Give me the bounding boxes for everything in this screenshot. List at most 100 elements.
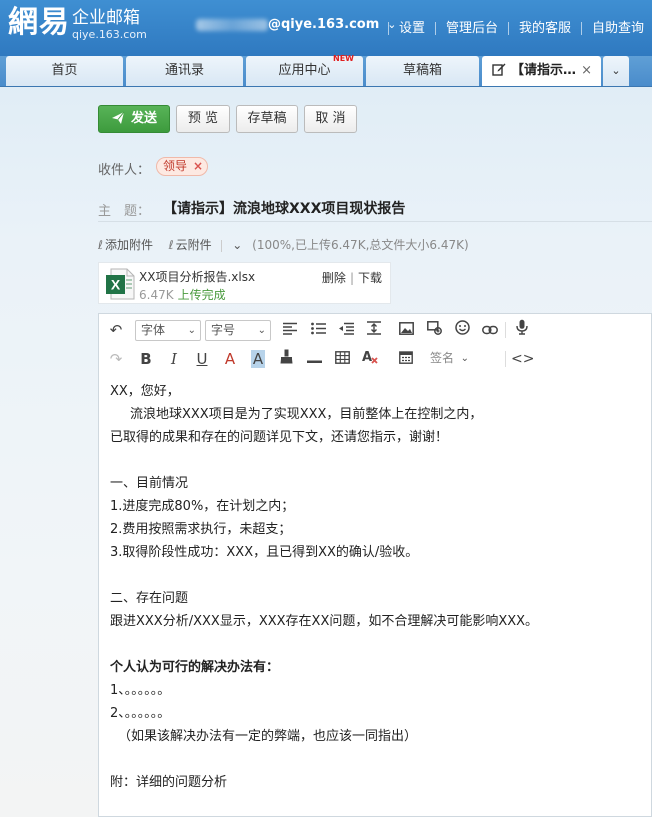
download-attachment-link[interactable]: 下载 (358, 271, 382, 285)
tab-compose-label: 【请指示… (511, 63, 577, 78)
body-line: XX，您好， (110, 384, 180, 399)
support-link[interactable]: 我的客服 (519, 21, 571, 36)
recipient-label: 收件人： (98, 163, 151, 178)
font-size-select[interactable]: 字号 ⌄ (205, 320, 271, 341)
toolbar-divider (505, 351, 506, 367)
body-line: （如果该解决办法有一定的弊端，也应该一同指出） (118, 729, 418, 744)
settings-link[interactable]: 设置 (399, 21, 425, 36)
body-line: 二、存在问题 (110, 591, 189, 606)
tab-bar: 首页 通讯录 应用中心 NEW 草稿箱 【请指示… × ⌄ (0, 54, 652, 87)
body-line: 1、。。。。。。 (110, 683, 171, 698)
body-line: 2、。。。。。。 (110, 706, 171, 721)
horizontal-rule-icon[interactable] (303, 348, 325, 370)
redo-icon[interactable]: ↷ (105, 348, 127, 370)
bullet-list-icon[interactable] (307, 319, 329, 341)
new-badge: NEW (333, 54, 354, 63)
tab-compose-active[interactable]: 【请指示… × (482, 56, 601, 86)
underline-icon[interactable]: U (191, 348, 213, 370)
table-icon[interactable] (331, 348, 353, 370)
line-height-icon[interactable] (363, 319, 385, 341)
preview-button[interactable]: 预 览 (176, 105, 230, 133)
blurred-username (196, 18, 268, 31)
align-left-icon[interactable] (279, 319, 301, 341)
font-family-select[interactable]: 字体 ⌄ (135, 320, 201, 341)
attachment-size: 6.47K 上传完成 (139, 286, 226, 303)
tab-contacts[interactable]: 通讯录 (126, 56, 243, 86)
attachment-bar: ℓ 添加附件 ℓ 云附件 ⌄ (100%,已上传6.47K,总文件大小6.47K) (98, 236, 469, 253)
rich-text-editor: ↶ 字体 ⌄ 字号 ⌄ ↷ B I U A A A 签名 ⌄ <> XX，您好，… (98, 313, 652, 817)
font-size-value: 字号 (211, 323, 236, 337)
netease-logo: 網易 (8, 5, 70, 40)
font-family-value: 字体 (141, 323, 166, 337)
tab-app-center[interactable]: 应用中心 NEW (246, 54, 363, 86)
screenshot-icon[interactable] (423, 319, 445, 341)
link-icon[interactable] (479, 319, 501, 341)
recipient-chip[interactable]: 领导 × (156, 157, 209, 176)
font-color-icon[interactable]: A (219, 348, 241, 370)
attachment-file-card: X XX项目分析报告.xlsx 6.47K 上传完成 删除 | 下载 (98, 262, 391, 304)
clear-format-icon[interactable]: A (359, 348, 381, 370)
body-line: 个人认为可行的解决办法有： (110, 660, 280, 675)
microphone-icon[interactable] (511, 319, 533, 341)
chevron-down-icon: ⌄ (611, 64, 621, 77)
bold-icon[interactable]: B (135, 348, 157, 370)
upload-status-text: (100%,已上传6.47K,总文件大小6.47K) (252, 238, 469, 252)
excel-file-icon: X (105, 268, 135, 304)
body-line: 3.取得阶段性成功：XXX，且已得到XX的确认/验收。 (110, 545, 419, 560)
send-button[interactable]: 发送 (98, 105, 170, 133)
body-line: 附：详细的问题分析 (110, 775, 228, 790)
format-painter-icon[interactable] (275, 348, 297, 370)
body-line (110, 633, 640, 656)
email-body[interactable]: XX，您好， 流浪地球XXX项目是为了实现XXX，目前整体上在控制之内， 已取得… (110, 380, 640, 794)
subject-divider (98, 221, 652, 222)
attachment-toggle[interactable]: ⌄ (232, 238, 242, 252)
close-icon[interactable]: × (581, 56, 592, 86)
tab-drafts[interactable]: 草稿箱 (366, 56, 479, 86)
paper-plane-icon (111, 111, 125, 124)
tabs-more-button[interactable]: ⌄ (603, 56, 629, 86)
editor-toolbar: ↶ 字体 ⌄ 字号 ⌄ ↷ B I U A A A 签名 ⌄ <> (99, 314, 651, 376)
remove-recipient-icon[interactable]: × (193, 159, 203, 173)
send-label: 发送 (130, 111, 157, 126)
calendar-icon[interactable] (395, 348, 417, 370)
outdent-icon[interactable] (335, 319, 357, 341)
source-code-icon[interactable]: <> (511, 348, 534, 370)
italic-icon[interactable]: I (163, 348, 185, 370)
body-line (110, 748, 640, 771)
recipient-name: 领导 (163, 159, 188, 173)
body-line: 流浪地球XXX项目是为了实现XXX，目前整体上在控制之内， (130, 407, 483, 422)
insert-image-icon[interactable] (395, 319, 417, 341)
highlight-color-icon[interactable]: A (247, 348, 269, 370)
subject-label: 主 题： (98, 204, 151, 219)
chevron-down-icon: ⌄ (460, 353, 469, 364)
cloud-attachment-link[interactable]: ℓ 云附件 (169, 238, 212, 252)
logo-text: 企业邮箱 qiye.163.com (72, 8, 147, 41)
body-line: 一、目前情况 (110, 476, 189, 491)
divider (434, 22, 436, 35)
body-line (110, 564, 640, 587)
divider (221, 239, 223, 252)
divider (507, 22, 509, 35)
emoji-icon[interactable] (451, 319, 473, 341)
self-service-link[interactable]: 自助查询 (592, 21, 644, 36)
signature-select[interactable]: 签名 ⌄ (425, 349, 471, 370)
paperclip-icon: ℓ (98, 238, 103, 252)
divider (580, 22, 582, 35)
tab-home[interactable]: 首页 (6, 56, 123, 86)
top-bar: 網易 企业邮箱 qiye.163.com @qiye.163.com ⌄ 设置 管理… (0, 0, 652, 56)
divider (387, 22, 389, 35)
account-menu[interactable]: @qiye.163.com ⌄ (196, 17, 396, 32)
compose-edit-icon (492, 58, 506, 88)
logo-title: 企业邮箱 (72, 8, 140, 28)
subject-input[interactable]: 【请指示】流浪地球XXX项目现状报告 (163, 198, 405, 218)
cancel-button[interactable]: 取 消 (304, 105, 357, 133)
add-attachment-link[interactable]: ℓ 添加附件 (98, 238, 153, 252)
chevron-down-icon: ⌄ (232, 238, 243, 252)
admin-link[interactable]: 管理后台 (446, 21, 498, 36)
undo-icon[interactable]: ↶ (105, 319, 127, 341)
tab-app-center-label: 应用中心 (278, 63, 331, 78)
delete-attachment-link[interactable]: 删除 (322, 271, 346, 285)
save-draft-button[interactable]: 存草稿 (236, 105, 298, 133)
paperclip-icon: ℓ (168, 238, 174, 252)
upload-complete-text: 上传完成 (177, 288, 226, 302)
